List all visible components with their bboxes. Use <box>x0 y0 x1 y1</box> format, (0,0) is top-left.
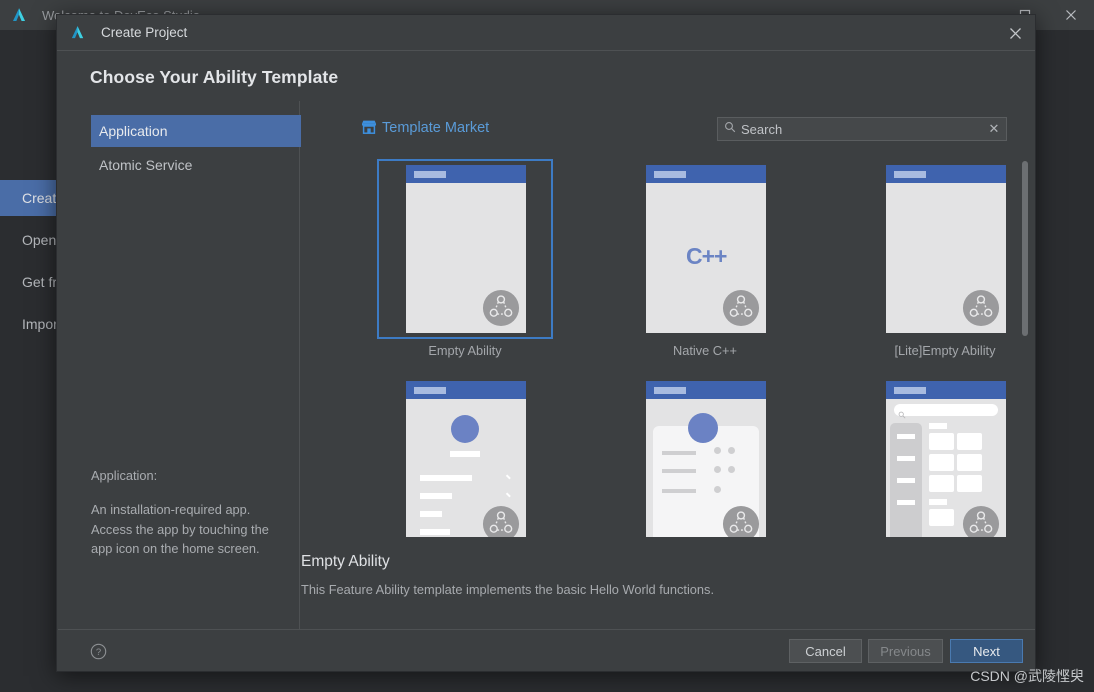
template-market-link[interactable]: Template Market <box>382 120 489 136</box>
placeholder-line <box>662 451 696 455</box>
avatar <box>451 415 479 443</box>
placeholder-line <box>450 451 480 457</box>
cpp-logo-icon: C++ <box>686 243 726 270</box>
grid-cell <box>957 433 982 450</box>
template-thumbnail <box>406 381 526 537</box>
dialog-close-icon[interactable] <box>995 15 1035 51</box>
deveco-logo-icon <box>10 6 28 24</box>
grid-cell <box>929 454 954 471</box>
placeholder-line <box>897 478 915 483</box>
category-description-label: Application: <box>91 466 291 486</box>
search-icon <box>898 406 906 424</box>
clear-icon[interactable]: ✕ <box>982 121 1006 137</box>
placeholder-line <box>662 469 696 473</box>
placeholder-line <box>420 529 450 535</box>
harmony-logo-icon <box>722 505 760 537</box>
category-description: Application: An installation-required ap… <box>91 466 291 559</box>
template-panel: Template Market ✕ <box>301 101 1036 629</box>
template-thumbnail: C++ <box>646 165 766 333</box>
search-icon <box>724 120 736 138</box>
thumbnail-titlebar <box>646 381 766 399</box>
template-card-label: Empty Ability <box>377 343 553 358</box>
thumbnail-titlebar <box>406 165 526 183</box>
cancel-button[interactable]: Cancel <box>789 639 862 663</box>
template-card-label: Native C++ <box>617 343 793 358</box>
template-market-row: Template Market ✕ <box>301 117 1036 147</box>
dialog-footer: ? Cancel Previous Next <box>58 629 1035 671</box>
harmony-logo-icon <box>722 289 760 327</box>
category-item-application[interactable]: Application <box>91 115 301 147</box>
grid-cell <box>929 509 954 526</box>
placeholder-line <box>897 500 915 505</box>
thumbnail-titlebar <box>406 381 526 399</box>
search-box[interactable]: ✕ <box>717 117 1007 141</box>
harmony-logo-icon <box>482 289 520 327</box>
avatar <box>688 413 718 443</box>
chevron-right-icon <box>506 492 511 497</box>
placeholder-line <box>662 489 696 493</box>
thumbnail-search-field <box>894 404 998 416</box>
grid-cell <box>929 433 954 450</box>
placeholder-line <box>897 434 915 439</box>
search-input[interactable] <box>741 122 982 137</box>
previous-button[interactable]: Previous <box>868 639 943 663</box>
category-panel: Application Atomic Service Application: … <box>58 101 300 629</box>
placeholder-line <box>929 423 947 429</box>
template-thumbnail <box>406 165 526 333</box>
selected-template-description: This Feature Ability template implements… <box>301 582 714 597</box>
grid-cell <box>929 475 954 492</box>
template-thumbnail <box>886 381 1006 537</box>
dialog-title: Create Project <box>101 25 187 40</box>
template-thumbnail <box>646 381 766 537</box>
close-icon[interactable] <box>1048 0 1094 30</box>
page-title: Choose Your Ability Template <box>90 67 338 88</box>
placeholder-dot <box>714 486 721 493</box>
template-thumbnail <box>886 165 1006 333</box>
category-item-label: Atomic Service <box>99 157 192 173</box>
placeholder-dot <box>714 447 721 454</box>
help-icon[interactable]: ? <box>90 643 107 660</box>
placeholder-dot <box>714 466 721 473</box>
harmony-logo-icon <box>962 505 1000 537</box>
dialog-titlebar: Create Project <box>57 15 1035 51</box>
thumbnail-titlebar <box>646 165 766 183</box>
template-scrollbar-thumb[interactable] <box>1022 161 1028 336</box>
category-item-label: Application <box>99 123 168 139</box>
placeholder-line <box>420 493 452 499</box>
category-description-text: An installation-required app. Access the… <box>91 502 269 557</box>
placeholder-line <box>929 499 947 505</box>
thumbnail-titlebar <box>886 381 1006 399</box>
selected-template-title: Empty Ability <box>301 553 390 571</box>
previous-button-label: Previous <box>880 644 931 659</box>
template-market-icon <box>361 119 377 140</box>
placeholder-line <box>420 475 472 481</box>
template-grid: Empty Ability C++ <box>301 159 1001 537</box>
watermark: CSDN @武陵悭臾 <box>970 666 1084 686</box>
svg-text:?: ? <box>96 647 101 658</box>
deveco-logo-icon <box>69 24 86 41</box>
harmony-logo-icon <box>962 289 1000 327</box>
placeholder-line <box>420 511 442 517</box>
create-project-dialog: Create Project Choose Your Ability Templ… <box>56 14 1036 672</box>
template-card-label: [Lite]Empty Ability <box>857 343 1033 358</box>
next-button[interactable]: Next <box>950 639 1023 663</box>
grid-cell <box>957 454 982 471</box>
template-grid-scroll: Empty Ability C++ <box>301 159 1036 537</box>
placeholder-dot <box>728 466 735 473</box>
chevron-right-icon <box>506 474 511 479</box>
grid-cell <box>957 475 982 492</box>
placeholder-dot <box>728 447 735 454</box>
harmony-logo-icon <box>482 505 520 537</box>
cancel-button-label: Cancel <box>805 644 845 659</box>
next-button-label: Next <box>973 644 1000 659</box>
thumbnail-titlebar <box>886 165 1006 183</box>
category-item-atomic-service[interactable]: Atomic Service <box>91 149 301 181</box>
placeholder-line <box>897 456 915 461</box>
